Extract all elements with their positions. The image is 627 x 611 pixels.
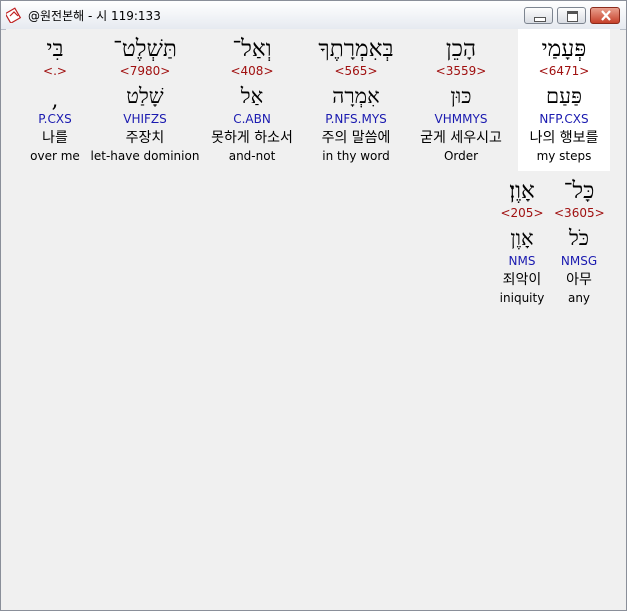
english-gloss: and-not [228,149,276,163]
strong-number: <205> [500,206,544,220]
close-icon [601,10,611,21]
english-gloss: iniquity [499,291,545,305]
lemma: אָוֶן [510,226,534,250]
korean-gloss: 못하게 하소서 [211,130,293,146]
word-cell-8[interactable]: אָוֶן׃ <205> אָוֶן NMS 죄악이 iniquity [494,171,550,313]
korean-gloss: 주의 말씀에 [321,130,391,146]
parsing-code: NFP.CXS [539,112,589,126]
maximize-button[interactable] [557,7,586,24]
hebrew-word: אָוֶן׃ [509,178,535,204]
hebrew-word: כָּל־ [563,178,595,204]
hebrew-word: תַּשְׁלֶט־ [113,36,177,62]
english-gloss: over me [30,149,80,163]
title-bar[interactable]: @원전본해 - 시 119:133 [1,1,626,30]
window-title: @원전본해 - 시 119:133 [28,9,161,23]
word-cell-6[interactable]: בִּי <.> , P.CXS 나를 over me [24,29,86,171]
korean-gloss: 굳게 세우시고 [420,130,502,146]
strong-number: <3559> [435,64,487,78]
word-cell-3[interactable]: בְּאִמְרָתֶךָ <565> אִמְרָה P.NFS.MYS 주의… [304,29,408,171]
parsing-code: NMSG [560,254,598,268]
lemma: אַל [240,84,264,108]
hebrew-word: וְאַל־ [232,36,272,62]
lemma: שָׁלַט [126,84,164,108]
hebrew-word: בְּאִמְרָתֶךָ [318,36,394,62]
parsing-code: C.ABN [233,112,271,126]
parsing-code: NMS [508,254,536,268]
korean-gloss: 죄악이 [502,272,542,288]
english-gloss: Order [443,149,479,163]
korean-gloss: 나를 [42,130,68,146]
lemma: , [51,88,59,112]
parsing-code: VHIFZS [123,112,167,126]
interlinear-view: פְּעָמַי <6471> פַּעַם NFP.CXS 나의 행보를 my… [6,29,620,605]
korean-gloss: 주장치 [125,130,165,146]
strong-number: <7980> [119,64,171,78]
english-gloss: my steps [536,149,592,163]
lemma: פַּעַם [546,84,582,108]
hebrew-word: בִּי [46,36,64,62]
korean-gloss: 나의 행보를 [529,130,599,146]
parsing-code: P.NFS.MYS [325,112,387,126]
strong-number: <.> [43,64,67,78]
english-gloss: in thy word [322,149,390,163]
word-cell-4[interactable]: וְאַל־ <408> אַל C.ABN 못하게 하소서 and-not [200,29,304,171]
korean-gloss: 아무 [566,272,592,288]
english-gloss: any [567,291,591,305]
lemma: כֹּל [568,226,590,250]
english-gloss: let-have dominion [90,149,200,163]
word-cell-2[interactable]: הָכֵן <3559> כּוּן VHMMYS 굳게 세우시고 Order [408,29,514,171]
lemma: אִמְרָה [332,84,380,108]
minimize-button[interactable] [524,7,553,24]
hebrew-word: הָכֵן [445,36,477,62]
word-cell-5[interactable]: תַּשְׁלֶט־ <7980> שָׁלַט VHIFZS 주장치 let-… [90,29,200,171]
lemma: כּוּן [450,84,472,108]
hebrew-word: פְּעָמַי [541,36,587,62]
app-icon [4,7,22,25]
word-cell-1[interactable]: פְּעָמַי <6471> פַּעַם NFP.CXS 나의 행보를 my… [518,29,610,171]
strong-number: <3605> [554,206,605,220]
strong-number: <565> [334,64,378,78]
word-cell-7[interactable]: כָּל־ <3605> כֹּל NMSG 아무 any [554,171,605,313]
parsing-code: VHMMYS [434,112,488,126]
strong-number: <408> [230,64,274,78]
parsing-code: P.CXS [38,112,72,126]
strong-number: <6471> [538,64,590,78]
close-button[interactable] [590,7,620,24]
app-window: @원전본해 - 시 119:133 פְּעָמַי <6471> פַּעַם… [0,0,627,611]
